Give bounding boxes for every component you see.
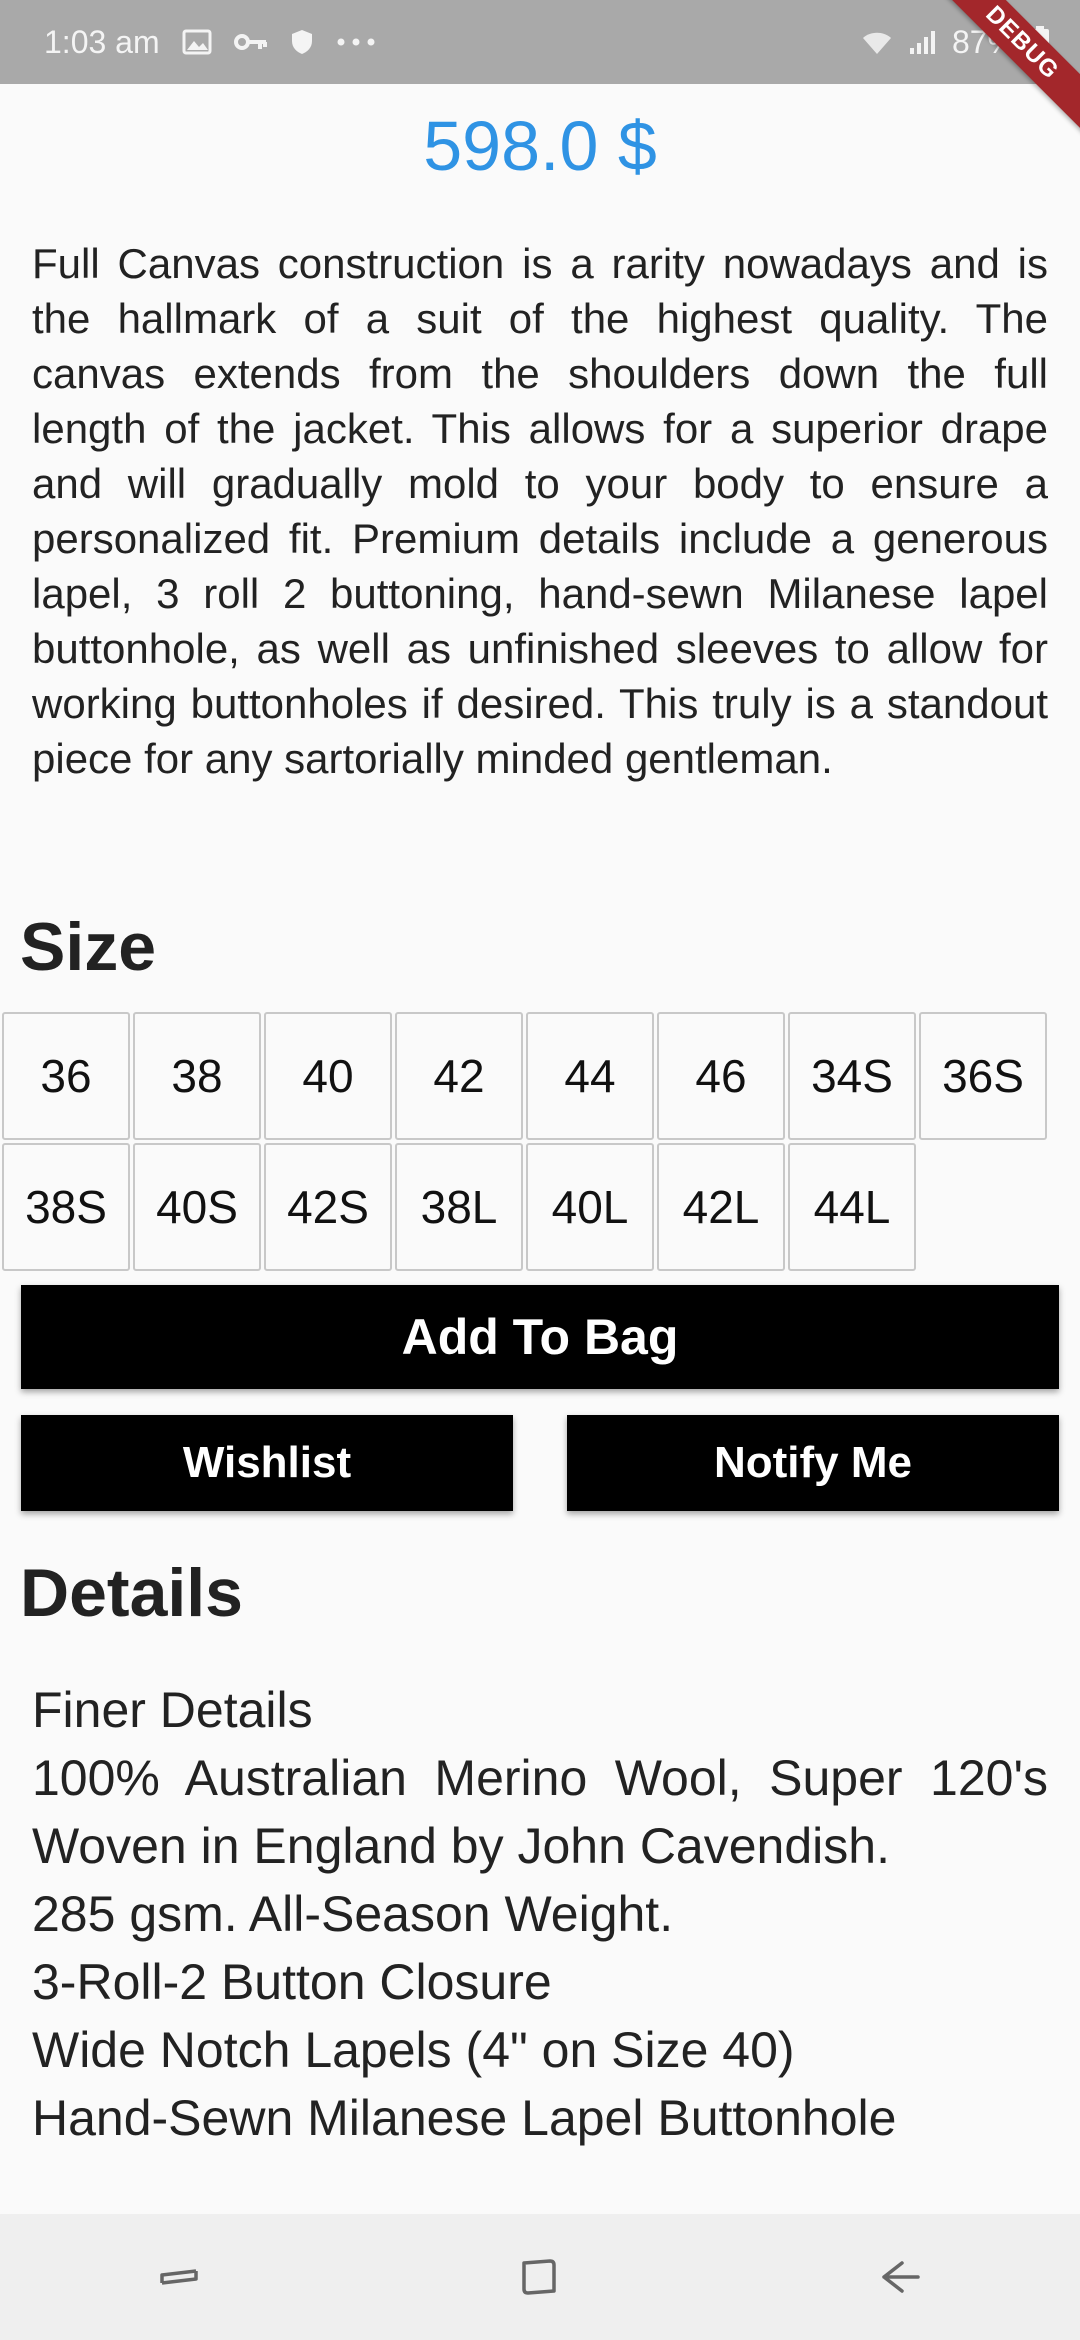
size-option[interactable]: 42S <box>264 1143 392 1271</box>
wifi-icon <box>860 28 894 56</box>
details-line: 3-Roll-2 Button Closure <box>32 1954 552 2010</box>
size-option[interactable]: 38S <box>2 1143 130 1271</box>
size-heading: Size <box>20 909 157 985</box>
add-to-bag-button[interactable]: Add To Bag <box>21 1285 1059 1389</box>
size-option[interactable]: 40S <box>133 1143 261 1271</box>
details-line: Wide Notch Lapels (4" on Size 40) <box>32 2022 795 2078</box>
details-line: 100% Australian Merino Wool, Super 120's… <box>32 1750 1048 1874</box>
size-option[interactable]: 42L <box>657 1143 785 1271</box>
details-line: 285 gsm. All-Season Weight. <box>32 1886 674 1942</box>
size-option[interactable]: 38 <box>133 1012 261 1140</box>
shield-icon <box>290 28 314 56</box>
size-option[interactable]: 46 <box>657 1012 785 1140</box>
details-list: Finer Details 100% Australian Merino Woo… <box>32 1676 1048 2152</box>
status-time: 1:03 am <box>44 23 160 60</box>
details-line: Hand-Sewn Milanese Lapel Buttonhole <box>32 2090 897 2146</box>
size-option[interactable]: 38L <box>395 1143 523 1271</box>
more-dots-icon <box>336 37 376 47</box>
back-icon[interactable] <box>840 2227 960 2327</box>
size-option[interactable]: 36S <box>919 1012 1047 1140</box>
product-description: Full Canvas construction is a rarity now… <box>32 240 1048 782</box>
signal-icon <box>908 28 938 56</box>
status-bar: 1:03 am 87% DEBUG <box>0 0 1080 142</box>
image-icon <box>182 28 212 56</box>
recent-apps-icon[interactable] <box>120 2227 240 2327</box>
details-line: Finer Details <box>32 1682 313 1738</box>
key-icon <box>233 30 268 54</box>
size-option[interactable]: 40L <box>526 1143 654 1271</box>
size-option[interactable]: 44L <box>788 1143 916 1271</box>
size-option[interactable]: 34S <box>788 1012 916 1140</box>
notify-me-button[interactable]: Notify Me <box>567 1415 1059 1511</box>
navigation-bar <box>0 2214 1080 2340</box>
size-option[interactable]: 44 <box>526 1012 654 1140</box>
size-option[interactable]: 36 <box>2 1012 130 1140</box>
home-icon[interactable] <box>480 2227 600 2327</box>
details-heading: Details <box>20 1555 243 1631</box>
wishlist-button[interactable]: Wishlist <box>21 1415 513 1511</box>
size-option[interactable]: 40 <box>264 1012 392 1140</box>
product-price: 598.0 $ <box>423 107 657 185</box>
size-option[interactable]: 42 <box>395 1012 523 1140</box>
